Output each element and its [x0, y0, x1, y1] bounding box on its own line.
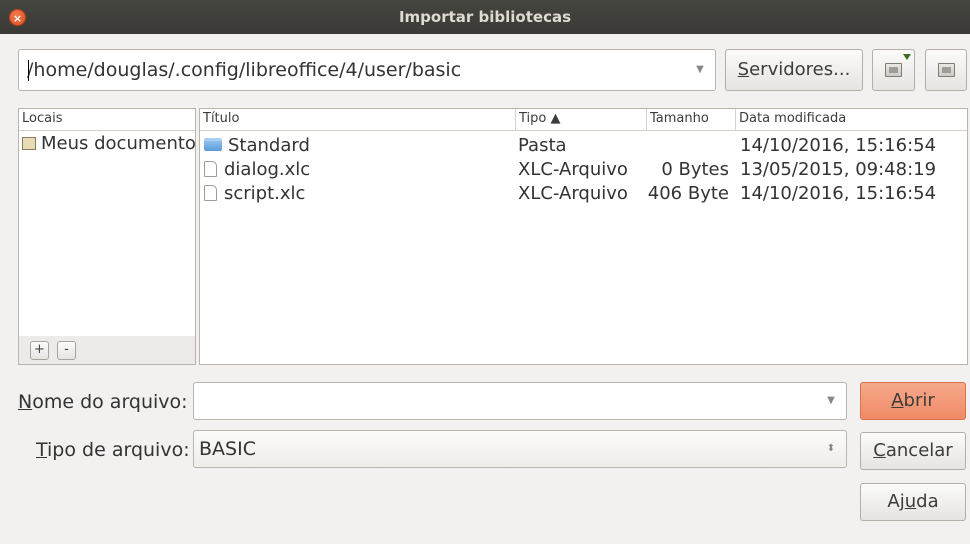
add-place-button[interactable]: +: [30, 341, 49, 360]
cell-date: 13/05/2015, 09:48:19: [740, 159, 937, 180]
servers-mnemonic: S: [737, 59, 750, 80]
parent-folder-button[interactable]: [925, 49, 967, 91]
cell-size: 406 Byte: [647, 183, 729, 204]
dropdown-triangle-icon: [903, 54, 911, 60]
filename-mnemonic: N: [18, 391, 33, 413]
cell-size: 0 Bytes: [661, 159, 729, 180]
remove-place-button[interactable]: -: [57, 341, 76, 360]
chevron-down-icon[interactable]: ▼: [691, 50, 709, 90]
location-combo[interactable]: /home/douglas/.config/libreoffice/4/user…: [18, 49, 716, 91]
cancel-mnemonic: C: [873, 440, 886, 461]
cell-size: [647, 134, 729, 158]
file-name: dialog.xlc: [224, 159, 311, 180]
column-header-title[interactable]: Título: [200, 109, 516, 131]
folder-icon: [204, 138, 222, 151]
filename-label: Nome do arquivo:: [18, 390, 188, 414]
filetype-label: Tipo de arquivo:: [36, 438, 190, 462]
cell-type: XLC-Arquivo: [518, 159, 628, 180]
cell-date: 14/10/2016, 15:16:54: [740, 135, 937, 156]
cell-title: script.xlc: [204, 182, 305, 206]
spinner-arrows-icon[interactable]: ⬍: [824, 431, 838, 467]
location-path[interactable]: /home/douglas/.config/libreoffice/4/user…: [27, 50, 461, 90]
servers-button[interactable]: Servidores...: [725, 49, 863, 91]
places-footer: + -: [19, 336, 195, 364]
open-button[interactable]: Abrir: [860, 382, 966, 420]
cell-title: dialog.xlc: [204, 158, 310, 182]
cell-type: Pasta: [518, 135, 567, 156]
table-row[interactable]: script.xlc XLC-Arquivo 406 Byte 14/10/20…: [200, 182, 967, 206]
cancel-label: ancelar: [885, 440, 953, 461]
table-row[interactable]: Standard Pasta 14/10/2016, 15:16:54: [200, 134, 967, 158]
file-name: Standard: [228, 135, 310, 156]
parent-folder-icon: [938, 63, 955, 77]
cell-type: XLC-Arquivo: [518, 183, 628, 204]
new-folder-icon: [885, 63, 902, 77]
filetype-mnemonic: T: [36, 439, 48, 461]
window-title: Importar bibliotecas: [398, 8, 572, 26]
help-label: da: [916, 491, 939, 512]
chevron-down-icon[interactable]: ▼: [824, 383, 838, 419]
file-name: script.xlc: [224, 183, 306, 204]
files-pane: Título Tipo ▲ Tamanho Data modificada St…: [199, 108, 968, 365]
file-icon: [204, 161, 217, 177]
help-button[interactable]: Ajuda: [860, 483, 966, 521]
new-folder-button[interactable]: [872, 49, 915, 91]
places-pane: Locais Meus documentos + -: [18, 108, 196, 365]
column-header-size[interactable]: Tamanho: [647, 109, 736, 131]
filetype-value: BASIC: [199, 438, 256, 460]
filename-input[interactable]: ▼: [193, 382, 847, 420]
table-row[interactable]: dialog.xlc XLC-Arquivo 0 Bytes 13/05/201…: [200, 158, 967, 182]
filename-label-text: ome do arquivo:: [32, 391, 188, 413]
close-icon[interactable]: ×: [9, 9, 26, 26]
cancel-button[interactable]: Cancelar: [860, 432, 966, 470]
help-mnemonic: u: [904, 491, 917, 512]
column-header-date[interactable]: Data modificada: [736, 109, 967, 131]
help-label-prefix: Aj: [887, 491, 905, 512]
places-item-label: Meus documentos: [41, 133, 195, 154]
places-header[interactable]: Locais: [19, 109, 195, 131]
cell-date: 14/10/2016, 15:16:54: [740, 183, 937, 204]
column-header-type[interactable]: Tipo ▲: [516, 109, 647, 131]
file-icon: [204, 185, 217, 201]
home-folder-icon: [22, 137, 36, 150]
servers-label: ervidores...: [749, 59, 851, 80]
files-header: Título Tipo ▲ Tamanho Data modificada: [200, 109, 967, 131]
cell-title: Standard: [204, 134, 310, 158]
filetype-select[interactable]: BASIC ⬍: [193, 430, 847, 468]
filetype-label-text: ipo de arquivo:: [47, 439, 190, 461]
text-cursor: [28, 60, 29, 81]
open-mnemonic: A: [891, 390, 904, 411]
open-label: brir: [903, 390, 935, 411]
places-item-my-documents[interactable]: Meus documentos: [22, 133, 195, 155]
